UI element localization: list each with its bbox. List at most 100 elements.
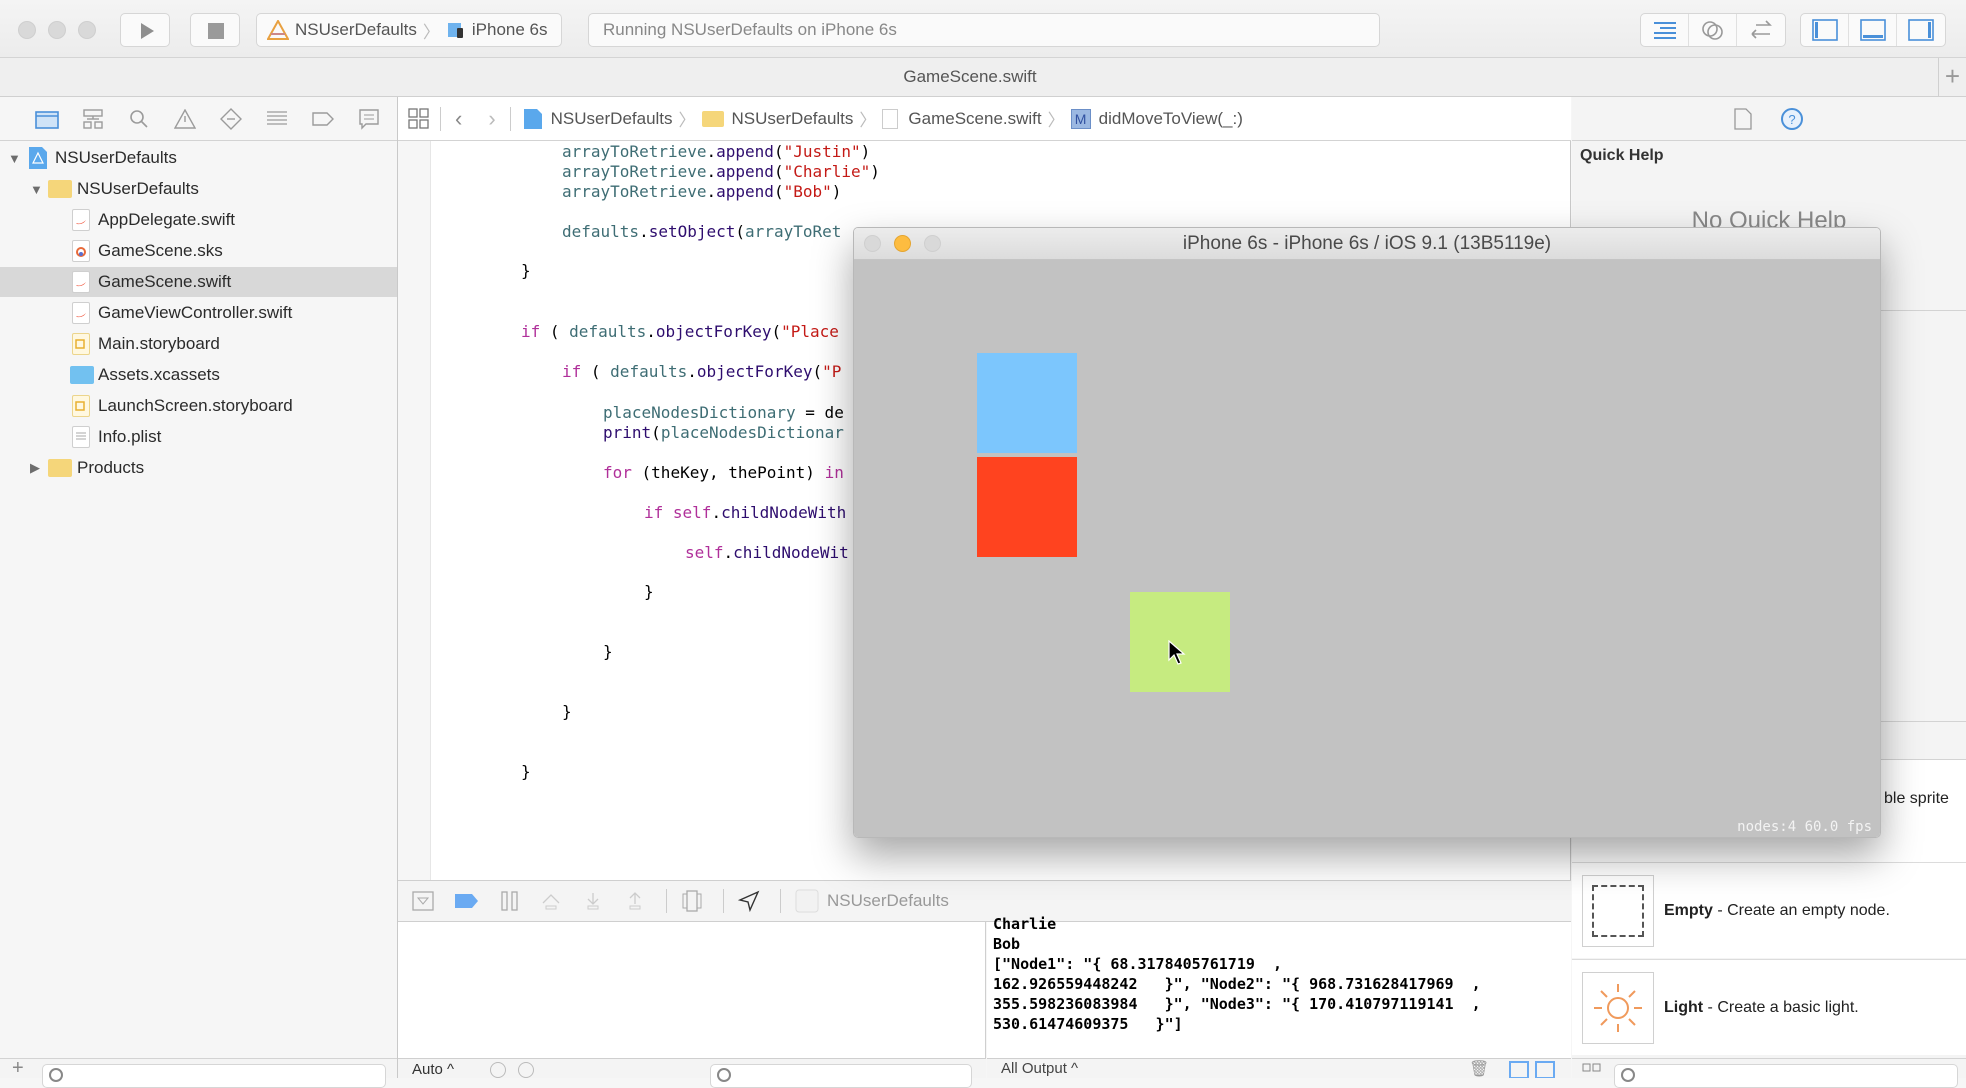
tree-item-file[interactable]: AppDelegate.swift: [0, 205, 397, 235]
code-line[interactable]: print(placeNodesDictionar: [603, 423, 844, 442]
info-icon[interactable]: [518, 1062, 534, 1078]
disclosure-expanded-icon[interactable]: ▼: [30, 182, 43, 197]
play-icon: [141, 23, 154, 39]
sprite-node-blue[interactable]: [977, 353, 1077, 453]
step-over-button[interactable]: [540, 891, 562, 911]
code-line[interactable]: for (theKey, thePoint) in: [603, 463, 844, 482]
code-line[interactable]: }: [562, 702, 572, 721]
version-editor-button[interactable]: [1737, 14, 1785, 46]
jumpbar-crumb-method[interactable]: didMoveToView(_:): [1099, 109, 1243, 129]
run-button[interactable]: [120, 13, 170, 47]
file-inspector-icon[interactable]: [1734, 107, 1752, 130]
step-out-button[interactable]: [624, 891, 646, 911]
game-scene[interactable]: nodes:4 60.0 fps: [854, 260, 1880, 837]
simulate-location-button[interactable]: [738, 890, 760, 912]
grid-view-icon[interactable]: [1582, 1063, 1602, 1077]
code-line[interactable]: if self.childNodeWith: [644, 503, 846, 522]
report-navigator-icon[interactable]: [346, 108, 392, 130]
trash-icon[interactable]: 🗑: [1469, 1059, 1489, 1078]
show-variables-toggle[interactable]: [1509, 1061, 1529, 1078]
toggle-debug-area-button[interactable]: [1849, 14, 1897, 46]
add-icon[interactable]: +: [12, 1057, 24, 1080]
jumpbar-crumb-file[interactable]: GameScene.swift: [908, 109, 1041, 129]
search-icon[interactable]: [116, 109, 162, 129]
variables-filter-input[interactable]: [710, 1064, 972, 1088]
left-panel-icon: [1811, 19, 1838, 41]
code-line[interactable]: }: [521, 261, 531, 280]
navigator-filter-input[interactable]: [42, 1064, 386, 1088]
code-line[interactable]: self.childNodeWit: [685, 543, 849, 562]
back-button[interactable]: ‹: [455, 106, 462, 132]
tree-item-project[interactable]: ▼ NSUserDefaults: [0, 143, 397, 173]
code-line[interactable]: arrayToRetrieve.append("Charlie"): [562, 162, 880, 181]
tree-item-file[interactable]: Assets.xcassets: [0, 360, 397, 390]
view-hierarchy-button[interactable]: [681, 890, 703, 912]
code-line[interactable]: }: [644, 582, 654, 601]
toggle-inspector-button[interactable]: [1897, 14, 1945, 46]
test-diamond-icon[interactable]: [208, 107, 254, 130]
code-line[interactable]: if ( defaults.objectForKey("Place: [521, 322, 839, 341]
close-window-button[interactable]: [864, 235, 881, 252]
overlapping-circles-icon: [1701, 21, 1723, 40]
library-item-empty[interactable]: Empty - Create an empty node.: [1572, 862, 1966, 958]
forward-button[interactable]: ›: [488, 106, 495, 132]
debug-navigator-icon[interactable]: [254, 110, 300, 128]
disclosure-collapsed-icon[interactable]: ▶: [30, 460, 40, 476]
sprite-node-red[interactable]: [977, 457, 1077, 557]
warning-icon[interactable]: [162, 108, 208, 129]
library-item-desc: - Create a basic light.: [1703, 998, 1859, 1016]
tree-item-file[interactable]: GameViewController.swift: [0, 298, 397, 328]
stop-button[interactable]: [190, 13, 240, 47]
scheme-project[interactable]: NSUserDefaults: [295, 20, 417, 40]
code-line[interactable]: placeNodesDictionary = de: [603, 403, 844, 422]
pause-button[interactable]: [500, 891, 520, 911]
library-item-light[interactable]: Light - Create a basic light.: [1572, 959, 1966, 1055]
close-window-button[interactable]: [18, 21, 36, 39]
tree-item-file[interactable]: LaunchScreen.storyboard: [0, 391, 397, 421]
symbol-navigator-icon[interactable]: [70, 108, 116, 129]
disclosure-expanded-icon[interactable]: ▼: [8, 151, 21, 166]
quick-help-icon[interactable]: ?: [1780, 107, 1804, 131]
quick-look-icon[interactable]: [490, 1062, 506, 1078]
code-line[interactable]: arrayToRetrieve.append("Justin"): [562, 142, 870, 161]
simulator-window[interactable]: iPhone 6s - iPhone 6s / iOS 9.1 (13B5119…: [853, 227, 1881, 838]
standard-editor-button[interactable]: [1641, 14, 1689, 46]
tree-item-group[interactable]: ▶ Products: [0, 453, 397, 483]
breakpoint-navigator-icon[interactable]: [300, 111, 346, 127]
code-line[interactable]: defaults.setObject(arrayToRet: [562, 222, 841, 241]
code-line[interactable]: if ( defaults.objectForKey("P: [562, 362, 841, 381]
scheme-device[interactable]: iPhone 6s: [472, 20, 548, 40]
new-tab-button[interactable]: +: [1938, 58, 1966, 97]
code-line[interactable]: }: [603, 642, 613, 661]
step-into-button[interactable]: [582, 891, 604, 911]
zoom-window-button[interactable]: [78, 21, 96, 39]
breakpoints-toggle-button[interactable]: [454, 893, 480, 909]
assistant-editor-button[interactable]: [1689, 14, 1737, 46]
related-items-icon[interactable]: [408, 107, 430, 130]
library-item-desc: - Create an empty node.: [1712, 901, 1890, 919]
variables-scope-selector[interactable]: Auto ^: [412, 1061, 454, 1078]
lines-icon: [1653, 22, 1676, 39]
jumpbar-crumb-group[interactable]: NSUserDefaults: [732, 109, 854, 129]
console-output[interactable]: Charlie Bob ["Node1": "{ 68.317840576171…: [987, 915, 1571, 1060]
show-console-toggle[interactable]: [1535, 1061, 1555, 1078]
minimize-window-button[interactable]: [894, 235, 911, 252]
scheme-selector[interactable]: NSUserDefaults 〉 iPhone 6s: [256, 13, 562, 47]
tab-gamescene-swift[interactable]: GameScene.swift: [0, 67, 1940, 87]
tree-item-group[interactable]: ▼ NSUserDefaults: [0, 174, 397, 204]
tree-item-file-selected[interactable]: GameScene.swift: [0, 267, 397, 297]
simulator-title-bar[interactable]: iPhone 6s - iPhone 6s / iOS 9.1 (13B5119…: [854, 228, 1880, 260]
console-output-selector[interactable]: All Output ^: [1001, 1060, 1078, 1077]
zoom-window-button[interactable]: [924, 235, 941, 252]
toggle-navigator-button[interactable]: [1801, 14, 1849, 46]
tree-item-file[interactable]: GameScene.sks: [0, 236, 397, 266]
tree-item-file[interactable]: Main.storyboard: [0, 329, 397, 359]
library-filter-input[interactable]: [1614, 1064, 1958, 1088]
code-line[interactable]: }: [521, 762, 531, 781]
hide-debug-area-button[interactable]: [412, 891, 434, 911]
code-line[interactable]: arrayToRetrieve.append("Bob"): [562, 182, 841, 201]
tree-item-file[interactable]: Info.plist: [0, 422, 397, 452]
folder-navigator-icon[interactable]: [24, 109, 70, 129]
minimize-window-button[interactable]: [48, 21, 66, 39]
jumpbar-crumb-project[interactable]: NSUserDefaults: [551, 109, 673, 129]
